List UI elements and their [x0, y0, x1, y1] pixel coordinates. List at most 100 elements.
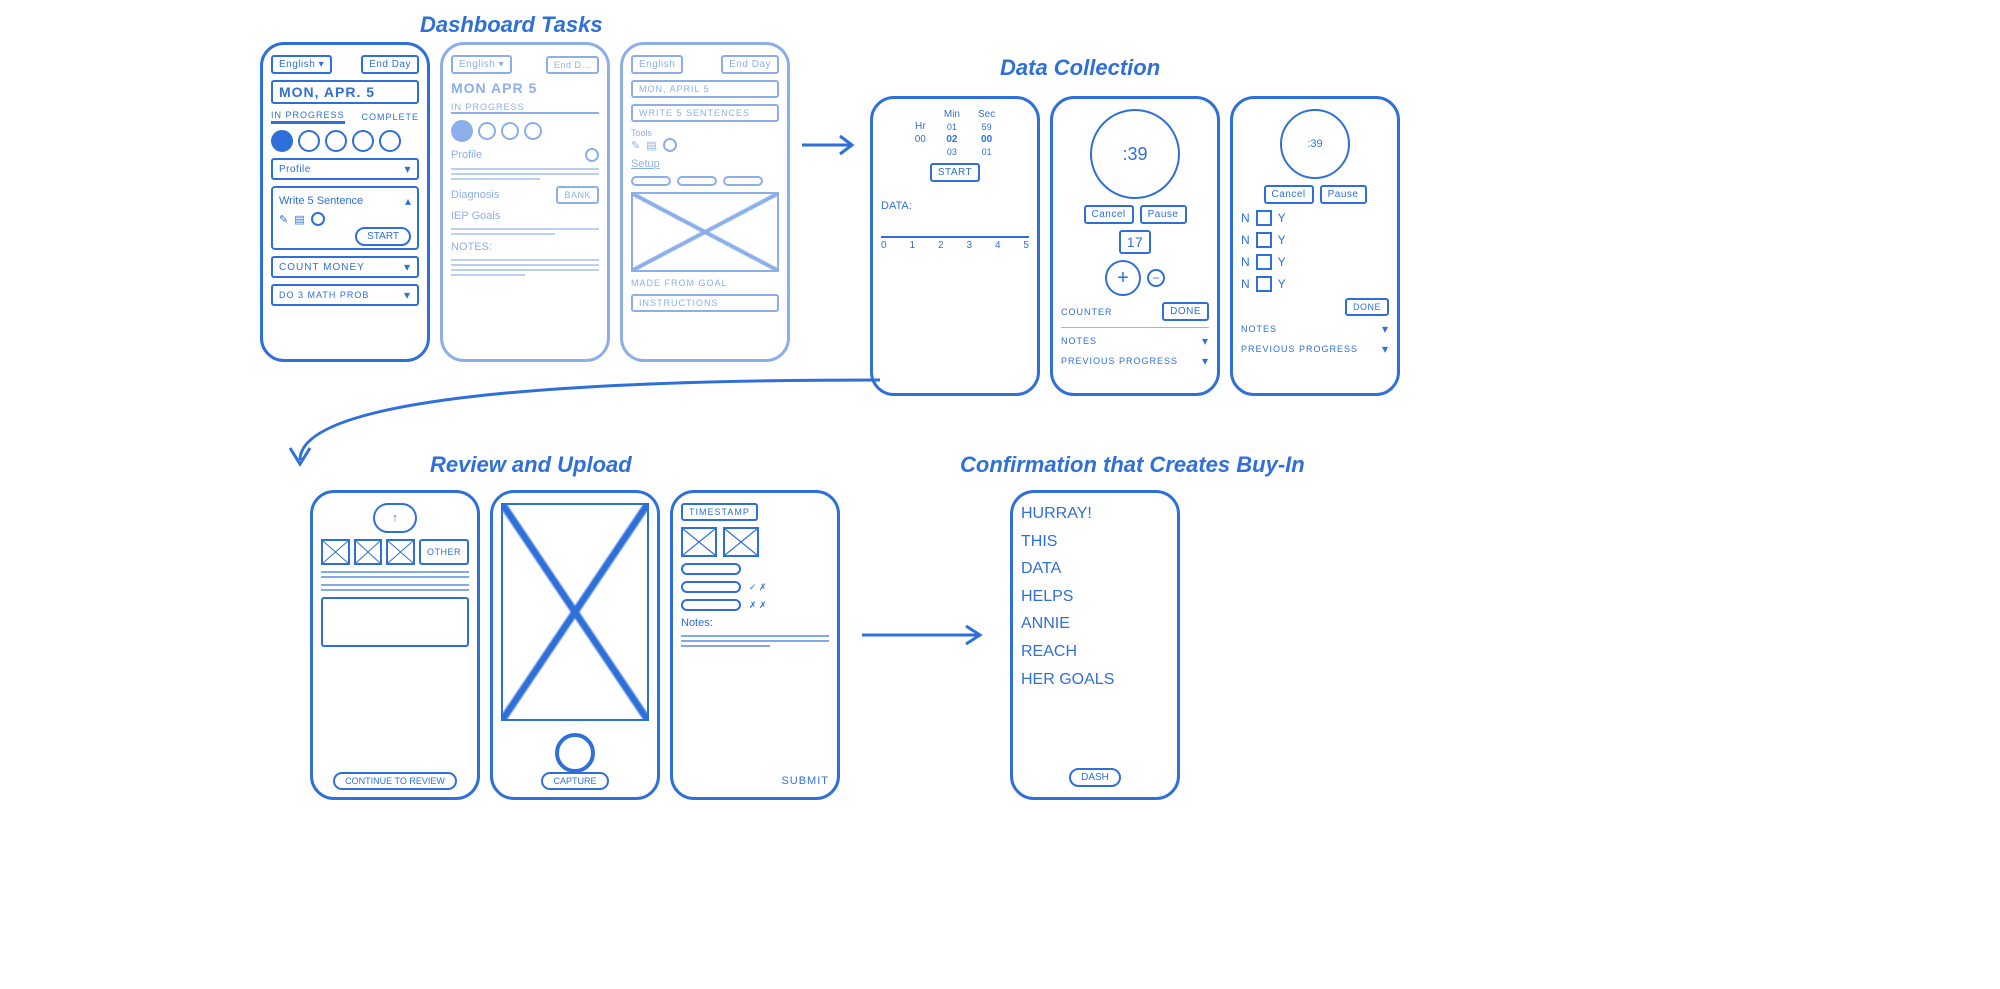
yn-row[interactable]: NY — [1241, 254, 1389, 270]
done-button[interactable]: DONE — [1162, 302, 1209, 321]
instructions-button[interactable]: INSTRUCTIONS — [631, 294, 779, 312]
tick-4: 4 — [995, 240, 1001, 251]
y-label: Y — [1278, 255, 1286, 269]
setup-pill[interactable] — [631, 176, 671, 186]
arrow-curve-icon — [280, 370, 900, 480]
min-value-selected[interactable]: 02 — [946, 134, 957, 145]
thumbnail[interactable] — [681, 527, 717, 557]
prev-progress-accordion[interactable]: PREVIOUS PROGRESS — [1241, 344, 1358, 354]
y-label: Y — [1278, 211, 1286, 225]
count-value: 17 — [1119, 230, 1152, 254]
phone-capture: CAPTURE — [490, 490, 660, 800]
arrow-right-icon — [860, 620, 990, 650]
pencil-icon: ✎ — [631, 139, 640, 152]
thumbnail[interactable] — [386, 539, 415, 565]
tick-1: 1 — [909, 240, 915, 251]
other-button[interactable]: OTHER — [419, 539, 469, 565]
tab-in-progress[interactable]: IN PROGRESS — [451, 102, 599, 114]
end-day-button[interactable]: End Day — [361, 55, 419, 74]
prev-progress-accordion[interactable]: PREVIOUS PROGRESS — [1061, 356, 1178, 366]
pause-button[interactable]: Pause — [1140, 205, 1187, 224]
language-select[interactable]: English — [631, 55, 683, 74]
language-select[interactable]: English ▾ — [451, 55, 512, 74]
shutter-button[interactable] — [555, 733, 595, 773]
data-pill — [681, 581, 741, 593]
pause-button[interactable]: Pause — [1320, 185, 1367, 204]
tools-label: Tools — [631, 128, 779, 138]
hr-value[interactable]: 00 — [915, 134, 926, 145]
diagnosis-label: Diagnosis — [451, 189, 499, 201]
student-avatar[interactable] — [379, 130, 401, 152]
dash-button[interactable]: DASH — [1069, 768, 1121, 787]
made-from-label: MADE FROM GOAL — [631, 278, 779, 288]
notes-accordion[interactable]: NOTES — [1241, 324, 1277, 334]
start-button[interactable]: START — [355, 227, 411, 246]
submit-button[interactable]: SUBMIT — [681, 775, 829, 787]
continue-button[interactable]: CONTINUE TO REVIEW — [333, 772, 457, 790]
cancel-button[interactable]: Cancel — [1084, 205, 1134, 224]
yn-row[interactable]: NY — [1241, 232, 1389, 248]
tab-in-progress[interactable]: IN PROGRESS — [271, 110, 345, 124]
chevron-down-icon: ▾ — [404, 260, 411, 274]
notes-label: NOTES: — [451, 241, 599, 253]
yn-row[interactable]: NY — [1241, 276, 1389, 292]
student-avatar[interactable] — [298, 130, 320, 152]
copy-icon: ▤ — [646, 139, 656, 152]
yn-row[interactable]: NY — [1241, 210, 1389, 226]
increment-button[interactable]: + — [1105, 260, 1141, 296]
checkbox[interactable] — [1256, 254, 1272, 270]
sec-value-selected[interactable]: 00 — [981, 134, 992, 145]
x-icon: ✗ ✗ — [749, 600, 767, 611]
language-select[interactable]: English ▾ — [271, 55, 332, 74]
start-button[interactable]: START — [930, 163, 980, 182]
student-avatar[interactable] — [352, 130, 374, 152]
cancel-button[interactable]: Cancel — [1264, 185, 1314, 204]
min-value-below: 03 — [947, 147, 957, 157]
confirm-line-5: ANNIE — [1021, 613, 1169, 635]
profile-accordion[interactable]: Profile ▾ — [271, 158, 419, 180]
tick-0: 0 — [881, 240, 887, 251]
tick-3: 3 — [966, 240, 972, 251]
checkbox[interactable] — [1256, 232, 1272, 248]
setup-pill[interactable] — [677, 176, 717, 186]
phone-review-submit: TIMESTAMP ✓ ✗ ✗ ✗ Notes: SUBMIT — [670, 490, 840, 800]
confirm-line-3: DATA — [1021, 558, 1169, 580]
chevron-up-icon: ▴ — [405, 194, 411, 208]
notes-label: Notes: — [681, 617, 829, 629]
task-header: WRITE 5 SENTENCES — [631, 104, 779, 122]
checkbox[interactable] — [1256, 210, 1272, 226]
end-day-button[interactable]: End Day — [721, 55, 779, 74]
student-avatar-selected[interactable] — [451, 120, 473, 142]
end-day-button[interactable]: End D… — [546, 56, 599, 74]
task-card-write[interactable]: Write 5 Sentence ▴ ✎ ▤ START — [271, 186, 419, 250]
notes-accordion[interactable]: NOTES — [1061, 336, 1097, 346]
confirm-line-4: HELPS — [1021, 586, 1169, 608]
copy-icon: ▤ — [294, 213, 304, 226]
thumbnail[interactable] — [723, 527, 759, 557]
chevron-down-icon: ▾ — [404, 162, 411, 176]
thumbnail[interactable] — [321, 539, 350, 565]
timer-display: :39 — [1090, 109, 1180, 199]
bank-button[interactable]: BANK — [556, 186, 599, 204]
setup-pill[interactable] — [723, 176, 763, 186]
counter-label: COUNTER — [1061, 307, 1113, 317]
confirm-line-2: THIS — [1021, 531, 1169, 553]
task-card-count-money[interactable]: COUNT MONEY ▾ — [271, 256, 419, 278]
tab-complete[interactable]: COMPLETE — [361, 112, 419, 122]
thumbnail[interactable] — [354, 539, 383, 565]
phone-data-counter: :39 Cancel Pause 17 + − COUNTER DONE NOT… — [1050, 96, 1220, 396]
data-slider[interactable]: 0 1 2 3 4 5 — [881, 236, 1029, 251]
student-avatar-selected[interactable] — [271, 130, 293, 152]
student-avatar[interactable] — [524, 122, 542, 140]
tick-2: 2 — [938, 240, 944, 251]
checkbox[interactable] — [1256, 276, 1272, 292]
done-button[interactable]: DONE — [1345, 298, 1389, 316]
chevron-down-icon: ▾ — [1382, 342, 1389, 356]
student-avatar[interactable] — [501, 122, 519, 140]
section-title-data-collection: Data Collection — [1000, 55, 1160, 81]
student-avatar[interactable] — [325, 130, 347, 152]
task-card-math[interactable]: DO 3 MATH PROB ▾ — [271, 284, 419, 306]
cloud-upload-icon[interactable]: ↑ — [373, 503, 417, 533]
student-avatar[interactable] — [478, 122, 496, 140]
decrement-button[interactable]: − — [1147, 269, 1165, 287]
